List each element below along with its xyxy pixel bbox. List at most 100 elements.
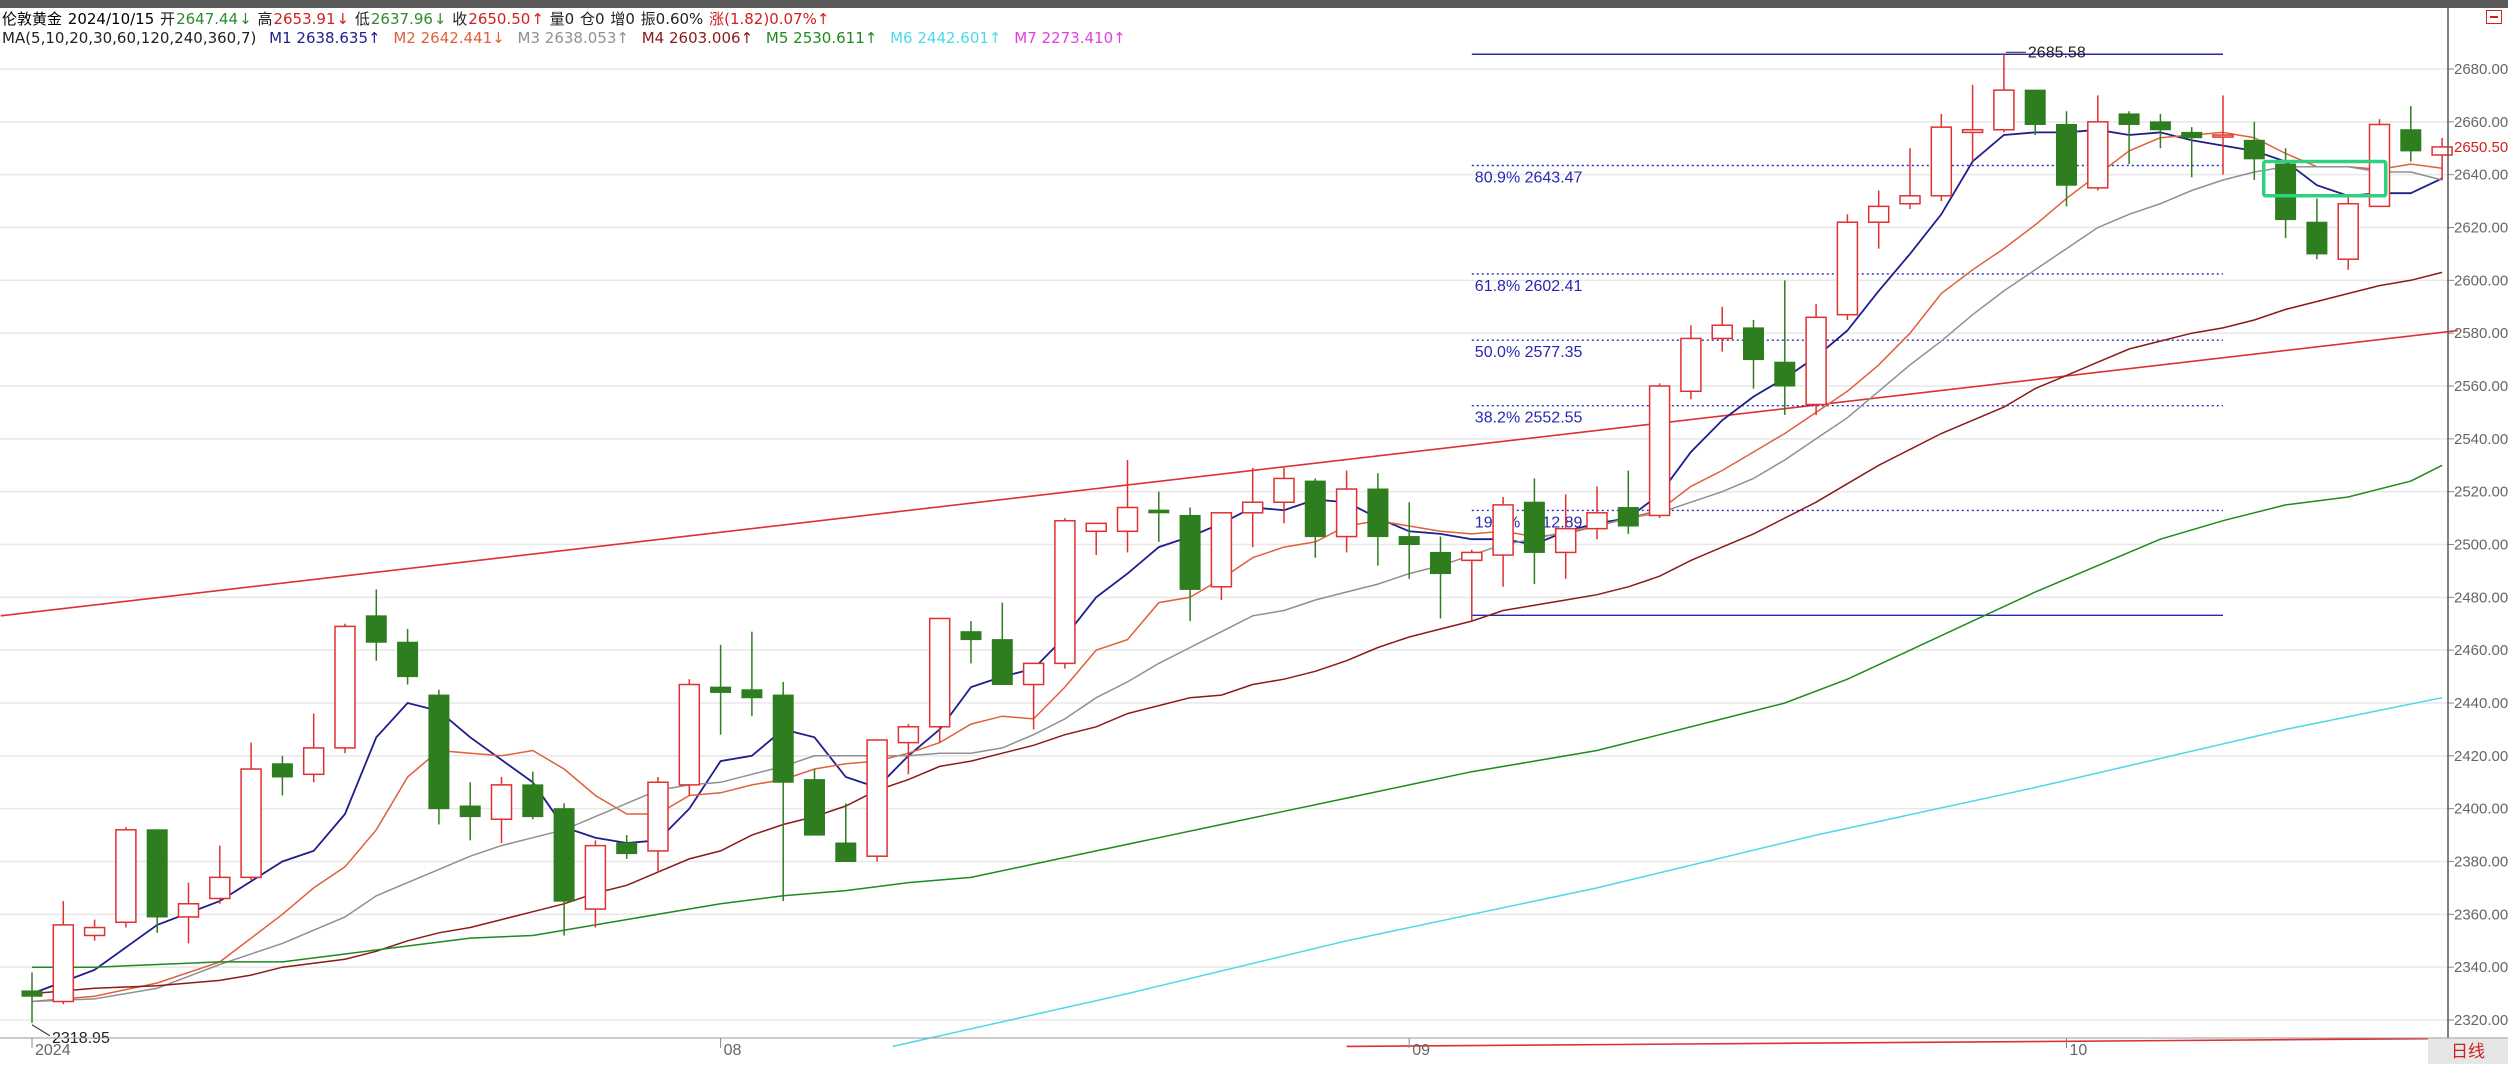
candle-body [2337, 202, 2359, 260]
candle-up [1273, 467, 1295, 524]
candle-body [146, 829, 168, 918]
candle-body [1993, 89, 2015, 131]
candle-down [459, 782, 481, 841]
price-tick-label: 2400.00 [2454, 801, 2508, 818]
candle-body [897, 726, 920, 744]
date-tick-label: 2024 [35, 1042, 71, 1059]
candle-body [1899, 195, 1921, 205]
trendline [1346, 1037, 2458, 1048]
candle-down [2400, 105, 2422, 162]
candle-body [1398, 536, 1420, 546]
candle-up [928, 617, 951, 743]
candle-down [2024, 89, 2046, 136]
candle-body [866, 739, 888, 857]
candle-body [1054, 519, 1076, 665]
candle-body [1430, 551, 1451, 575]
fibonacci-retracement: 80.9% 2643.47 61.8% 2602.41 50.0% 2577.35 3… [1471, 53, 2223, 616]
candle-up [1680, 325, 1702, 400]
candle-body [2275, 163, 2297, 221]
candle-down [1179, 507, 1201, 622]
candle-body [83, 926, 106, 937]
candle-body [1711, 324, 1733, 340]
candle-down [2181, 127, 2203, 178]
ma-line-m3 [31, 165, 2443, 1003]
price-tick-label: 2480.00 [2454, 589, 2508, 606]
ma-line-m1 [31, 128, 2443, 995]
candle-up [1993, 54, 2015, 133]
candle-up [1648, 383, 1671, 519]
candle-body [209, 876, 231, 900]
candle-down [146, 829, 168, 933]
candle-up [115, 827, 137, 928]
candle-body [302, 747, 325, 776]
candle-down [1304, 478, 1326, 558]
candle-body [1241, 501, 1264, 514]
candle-up [647, 776, 669, 873]
candle-body [1461, 551, 1483, 562]
price-tick-label: 2680.00 [2454, 61, 2508, 78]
candle-up [1961, 84, 1984, 162]
candle-body [1961, 129, 1984, 134]
candle-body [835, 842, 857, 863]
candle-body [1680, 337, 1702, 393]
current-price-label: 2650.50 [2454, 139, 2508, 156]
candle-body [710, 686, 732, 693]
candle-body [1492, 504, 1514, 556]
candle-down [1743, 319, 1764, 389]
candle-body [1586, 512, 1608, 530]
candle-up [334, 623, 356, 754]
candle-body [2431, 146, 2453, 156]
candle-body [1304, 480, 1326, 538]
candle-body [2056, 123, 2077, 186]
ma-line-m2 [31, 131, 2443, 1003]
candle-up [240, 742, 262, 880]
high-annotation-label: 2685.58 [2028, 44, 2086, 61]
ma-line-m5 [32, 464, 2443, 968]
candle-body [52, 924, 75, 1003]
candle-body [553, 808, 575, 902]
candle-body [1179, 514, 1201, 590]
candle-up [866, 739, 888, 862]
candlestick-chart[interactable]: 80.9% 2643.47 61.8% 2602.41 50.0% 2577.35 3… [0, 0, 2508, 1064]
candle-body [334, 625, 356, 749]
candle-up [1899, 148, 1921, 210]
candle-up [1554, 494, 1577, 579]
candle-up [678, 679, 701, 796]
candle-down [1398, 502, 1420, 579]
candle-up [1335, 470, 1358, 553]
candle-down [960, 621, 982, 664]
candle-body [584, 844, 607, 910]
moving-average-lines [31, 128, 2443, 1048]
candle-body [459, 805, 481, 818]
candle-body [1273, 477, 1295, 503]
candle-down [835, 803, 857, 863]
candle-body [2024, 89, 2046, 125]
candle-body [1930, 126, 1953, 197]
candle-up [2087, 95, 2109, 191]
candle-body [1774, 361, 1796, 387]
price-tick-label: 2600.00 [2454, 272, 2508, 289]
fib-level-label: 61.8% 2602.41 [1475, 278, 1583, 295]
candle-up [2212, 95, 2234, 175]
candle-body [115, 829, 137, 924]
candle-down [2306, 198, 2328, 260]
candle-body [1617, 507, 1639, 527]
candle-up [1241, 467, 1264, 548]
ma-line-m4 [31, 271, 2443, 995]
price-tick-label: 2500.00 [2454, 537, 2508, 554]
price-tick-label: 2340.00 [2454, 959, 2508, 976]
fib-level-label: 80.9% 2643.47 [1475, 170, 1583, 187]
date-tick-label: 10 [2070, 1042, 2088, 1059]
candle-body [428, 694, 450, 810]
candle-down [1617, 470, 1639, 534]
price-tick-label: 2560.00 [2454, 378, 2508, 395]
candle-up [1022, 662, 1045, 730]
candle-body [177, 903, 200, 918]
candle-up [1930, 113, 1953, 202]
candle-down [553, 803, 575, 936]
price-tick-label: 2460.00 [2454, 642, 2508, 659]
period-tab-daily[interactable]: 日线 [2428, 1038, 2508, 1064]
candle-down [1523, 478, 1545, 585]
candle-body [960, 631, 982, 641]
price-tick-label: 2420.00 [2454, 748, 2508, 765]
